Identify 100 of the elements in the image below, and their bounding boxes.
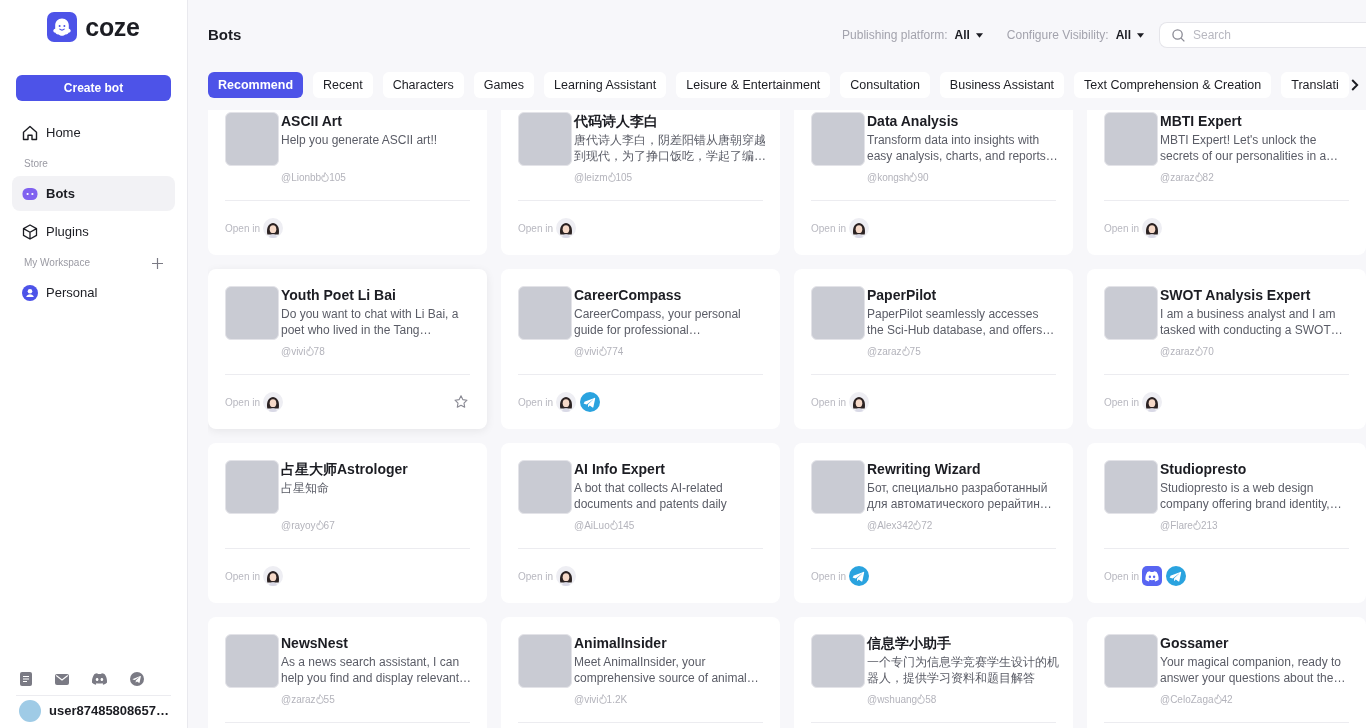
bot-description: PaperPilot seamlessly accesses the Sci-Hub database, and offers… (867, 306, 1056, 338)
bot-card[interactable]: 占星大师Astrologer 占星知命 @rayoy 67 Open in (208, 443, 487, 603)
avatar-icon[interactable] (849, 392, 870, 412)
like-count: 70 (1202, 344, 1214, 359)
person-icon (22, 284, 38, 301)
nav-item[interactable]: Bots (12, 176, 175, 211)
open-in-label: Open in (1104, 569, 1140, 584)
like-count: 213 (1200, 518, 1218, 533)
category-tab[interactable]: Consultation (840, 72, 930, 98)
bot-image-placeholder (518, 634, 572, 688)
bot-name: Rewriting Wizard (867, 460, 982, 478)
create-bot-button[interactable]: Create bot (16, 75, 171, 101)
bot-name: AnimalInsider (574, 634, 668, 652)
like-count: 72 (921, 518, 933, 533)
filter-dropdown[interactable]: All (954, 26, 983, 44)
user-name[interactable]: user87485808657… (49, 700, 169, 722)
category-tab[interactable]: Games (473, 72, 535, 98)
gamepad-icon[interactable] (92, 673, 107, 685)
category-tab[interactable]: Leisure & Entertainment (676, 72, 831, 98)
avatar-icon[interactable] (1142, 218, 1163, 238)
filter-label: Configure Visibility: (1006, 27, 1109, 44)
avatar-icon[interactable] (263, 392, 284, 412)
flame-icon (598, 694, 607, 704)
bot-name: NewsNest (281, 634, 349, 652)
paper-plane-icon[interactable] (849, 566, 870, 586)
category-tab[interactable]: Text Comprehension & Creation (1074, 72, 1272, 98)
author-handle: @rayoy (281, 518, 316, 533)
author-handle: @vivi (574, 344, 599, 359)
bot-image-placeholder (811, 286, 865, 340)
bot-image-placeholder (1104, 286, 1158, 340)
bot-card[interactable]: MBTI Expert MBTI Expert! Let's unlock the secrets of our personalities in a… @zaraz 82 Open in (1087, 110, 1366, 255)
flame-icon (1213, 694, 1222, 704)
bot-image-placeholder (518, 460, 572, 514)
like-count: 58 (925, 692, 937, 707)
robot-face-icon (22, 185, 38, 202)
bot-card[interactable]: SWOT Analysis Expert I am a business analyst and I am tasked with conducting a SWOT… @zaraz 70 Open in (1087, 269, 1366, 429)
bot-card[interactable]: 信息学小助手 一个专门为信息学竞赛学生设计的机器人，提供学习资料和题目解答 @wshuang 58 (794, 617, 1073, 728)
bot-image-placeholder (1104, 112, 1158, 166)
avatar-icon[interactable] (849, 218, 870, 238)
search-field[interactable]: Search (1159, 22, 1366, 48)
bot-image-placeholder (811, 112, 865, 166)
bot-image-placeholder (1104, 460, 1158, 514)
flame-icon (917, 694, 926, 704)
open-in-label: Open in (518, 221, 554, 236)
gamepad-icon[interactable] (1142, 566, 1163, 586)
open-in-label: Open in (518, 569, 554, 584)
avatar-icon[interactable] (556, 566, 577, 586)
bot-name: PaperPilot (867, 286, 938, 304)
category-tab[interactable]: Characters (382, 72, 464, 98)
avatar-icon[interactable] (263, 218, 284, 238)
category-tab[interactable]: Learning Assistant (544, 72, 667, 98)
bot-card[interactable]: Data Analysis Transform data into insights with easy analysis, charts, and reports… @kongsh 90 Open in (794, 110, 1073, 255)
category-tab[interactable]: Recommend (208, 72, 304, 98)
bot-name: AI Info Expert (574, 460, 666, 478)
filter-dropdown[interactable]: All (1115, 26, 1144, 44)
like-count: 774 (606, 344, 624, 359)
chevron-right-icon[interactable] (1351, 79, 1359, 91)
avatar-icon[interactable] (263, 566, 284, 586)
flame-icon (1194, 346, 1203, 356)
bot-card[interactable]: ASCII Art Help you generate ASCII art!! @Lionbb 105 Open in (208, 110, 487, 255)
author-handle: @zaraz (1160, 344, 1195, 359)
bot-card[interactable]: PaperPilot PaperPilot seamlessly accesses the Sci-Hub database, and offers… @zaraz 75 Open in (794, 269, 1073, 429)
filter-label: Publishing platform: (842, 27, 948, 44)
bot-card[interactable]: Youth Poet Li Bai Do you want to chat with Li Bai, a poet who lived in the Tang… @vivi 78 Open in (208, 269, 487, 429)
like-count: 82 (1202, 170, 1214, 185)
bot-card[interactable]: NewsNest As a news search assistant, I can help you find and display relevant… @zaraz 55 (208, 617, 487, 728)
paper-plane-icon[interactable] (130, 672, 144, 686)
logo-text: coze (85, 12, 140, 42)
bot-image-placeholder (518, 112, 572, 166)
author-handle: @Flare (1160, 518, 1193, 533)
bot-card[interactable]: Gossamer Your magical companion, ready to answer your questions about the… @CeloZaga 42 (1087, 617, 1366, 728)
bot-card[interactable]: Studiopresto Studiopresto is a web design company offering brand identity,… @Flare 213 Open in (1087, 443, 1366, 603)
bot-name: Youth Poet Li Bai (281, 286, 397, 304)
mail-icon[interactable] (55, 673, 69, 685)
bot-description: I am a business analyst and I am tasked with conducting a SWOT… (1160, 306, 1344, 338)
bot-description: As a news search assistant, I can help you find and display relevant… (281, 654, 473, 686)
flame-icon (609, 520, 618, 530)
bot-card[interactable]: AI Info Expert A bot that collects AI-related documents and patents daily @AiLuo 145 Open in (501, 443, 780, 603)
category-tab[interactable]: Recent (313, 72, 373, 98)
like-count: 78 (313, 344, 325, 359)
open-in-label: Open in (811, 395, 847, 410)
caret-icon (1137, 32, 1144, 38)
bot-card[interactable]: AnimalInsider Meet AnimalInsider, your comprehensive source of animal… @vivi 1.2K (501, 617, 780, 728)
document-icon[interactable] (20, 672, 32, 686)
category-tab[interactable]: Business Assistant (939, 72, 1065, 98)
paper-plane-icon[interactable] (1166, 566, 1187, 586)
bot-card[interactable]: Rewriting Wizard Бот, специально разработанный для автоматического рерайтин… @Alex342 72 Open in (794, 443, 1073, 603)
avatar-icon[interactable] (1142, 392, 1163, 412)
star-icon[interactable] (454, 395, 468, 409)
author-handle: @vivi (281, 344, 306, 359)
category-tab[interactable]: Translati (1281, 72, 1349, 98)
bot-card[interactable]: 代码诗人李白 唐代诗人李白，阴差阳错从唐朝穿越到现代，为了挣口饭吃，学起了编… @leizm 105 Open in (501, 110, 780, 255)
bot-description: Transform data into insights with easy analysis, charts, and reports… (867, 132, 1059, 164)
bot-description: 唐代诗人李白，阴差阳错从唐朝穿越到现代，为了挣口饭吃，学起了编… (574, 132, 767, 164)
avatar-icon[interactable] (556, 392, 577, 412)
plus-icon[interactable] (152, 257, 163, 269)
like-count: 67 (323, 518, 335, 533)
bot-card[interactable]: CareerCompass CareerCompass, your personal guide for professional… @vivi 774 Open in (501, 269, 780, 429)
flame-icon (909, 172, 918, 182)
avatar-icon[interactable] (556, 218, 577, 238)
